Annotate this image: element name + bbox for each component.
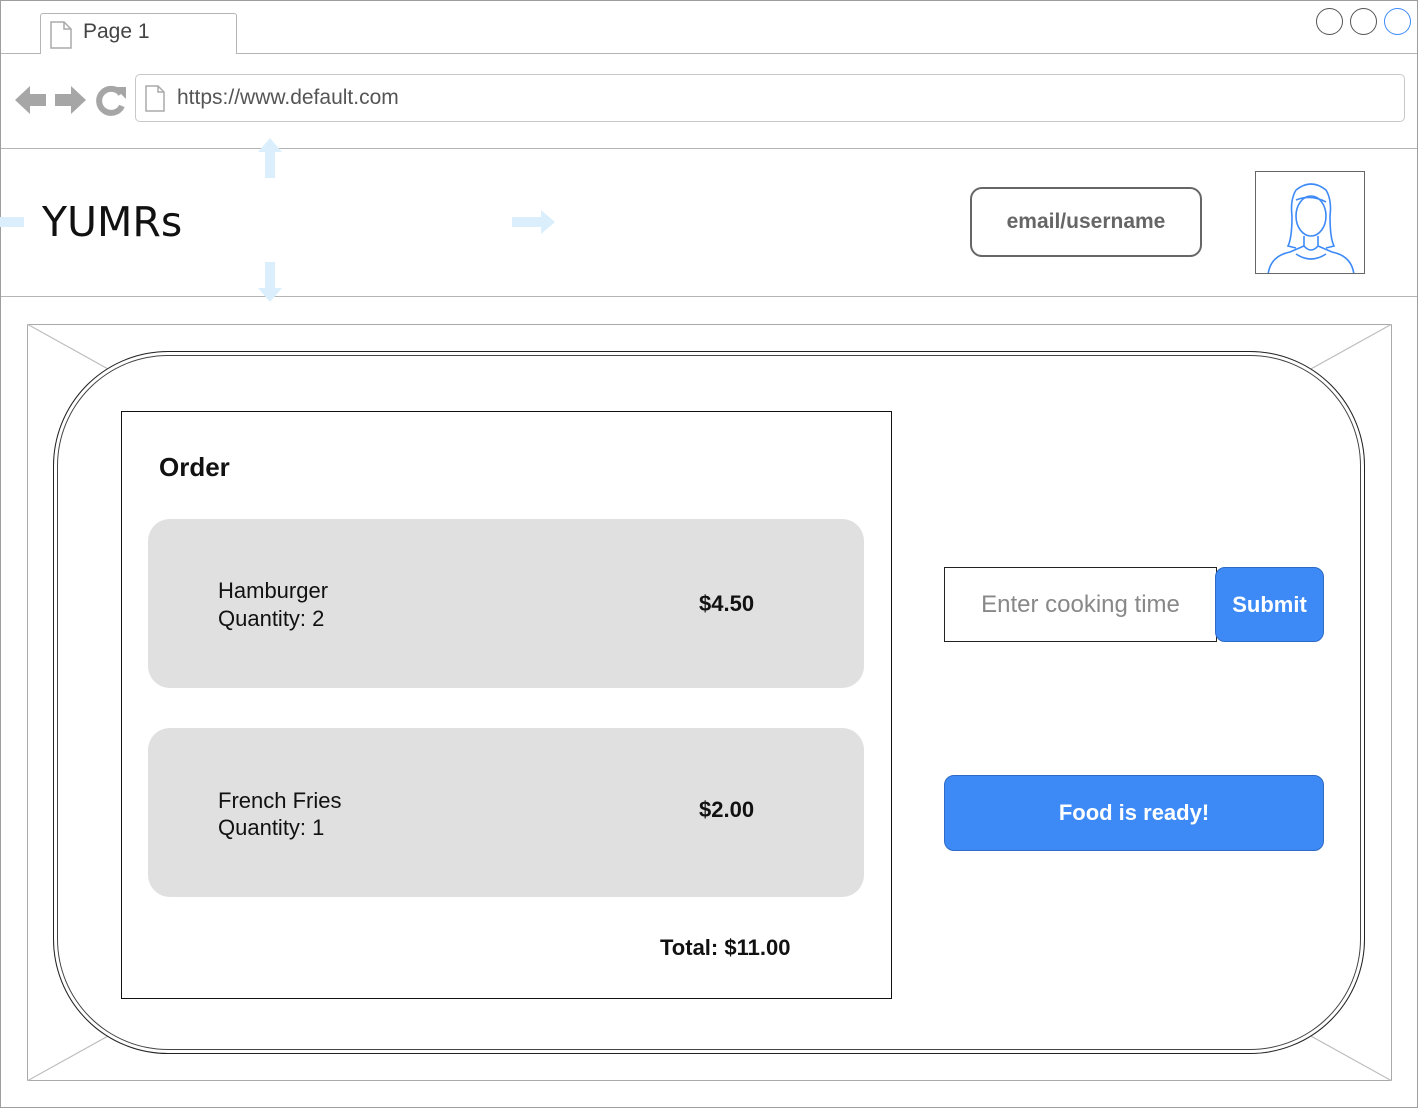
food-ready-button[interactable]: Food is ready! — [944, 775, 1324, 851]
page-icon — [145, 85, 165, 112]
forward-arrow-icon[interactable] — [53, 84, 87, 116]
submit-button[interactable]: Submit — [1215, 567, 1324, 642]
order-title: Order — [159, 452, 230, 482]
page-icon — [50, 21, 72, 49]
window-minimize-icon[interactable] — [1316, 8, 1343, 35]
user-avatar-icon — [1267, 183, 1355, 273]
order-item-price: $4.50 — [699, 591, 755, 616]
cooking-time-input[interactable] — [944, 567, 1217, 642]
url-text: https://www.default.com — [177, 86, 399, 109]
order-item-name: Hamburger — [218, 578, 329, 603]
order-item-price: $2.00 — [699, 797, 755, 822]
order-item-quantity: Quantity: 2 — [218, 606, 325, 631]
brand-logo-text: YUMRs — [42, 198, 183, 246]
order-item-name: French Fries — [218, 788, 342, 813]
email-username-button[interactable]: email/username — [970, 187, 1202, 257]
window-maximize-icon[interactable] — [1350, 8, 1377, 35]
window-close-icon[interactable] — [1384, 8, 1411, 35]
reload-icon[interactable] — [94, 84, 128, 116]
back-arrow-icon[interactable] — [14, 84, 48, 116]
order-item-quantity: Quantity: 1 — [218, 815, 325, 840]
order-total: Total: $11.00 — [660, 935, 791, 960]
tab-label: Page 1 — [83, 20, 150, 43]
avatar[interactable] — [1255, 171, 1365, 274]
order-panel — [121, 411, 892, 999]
